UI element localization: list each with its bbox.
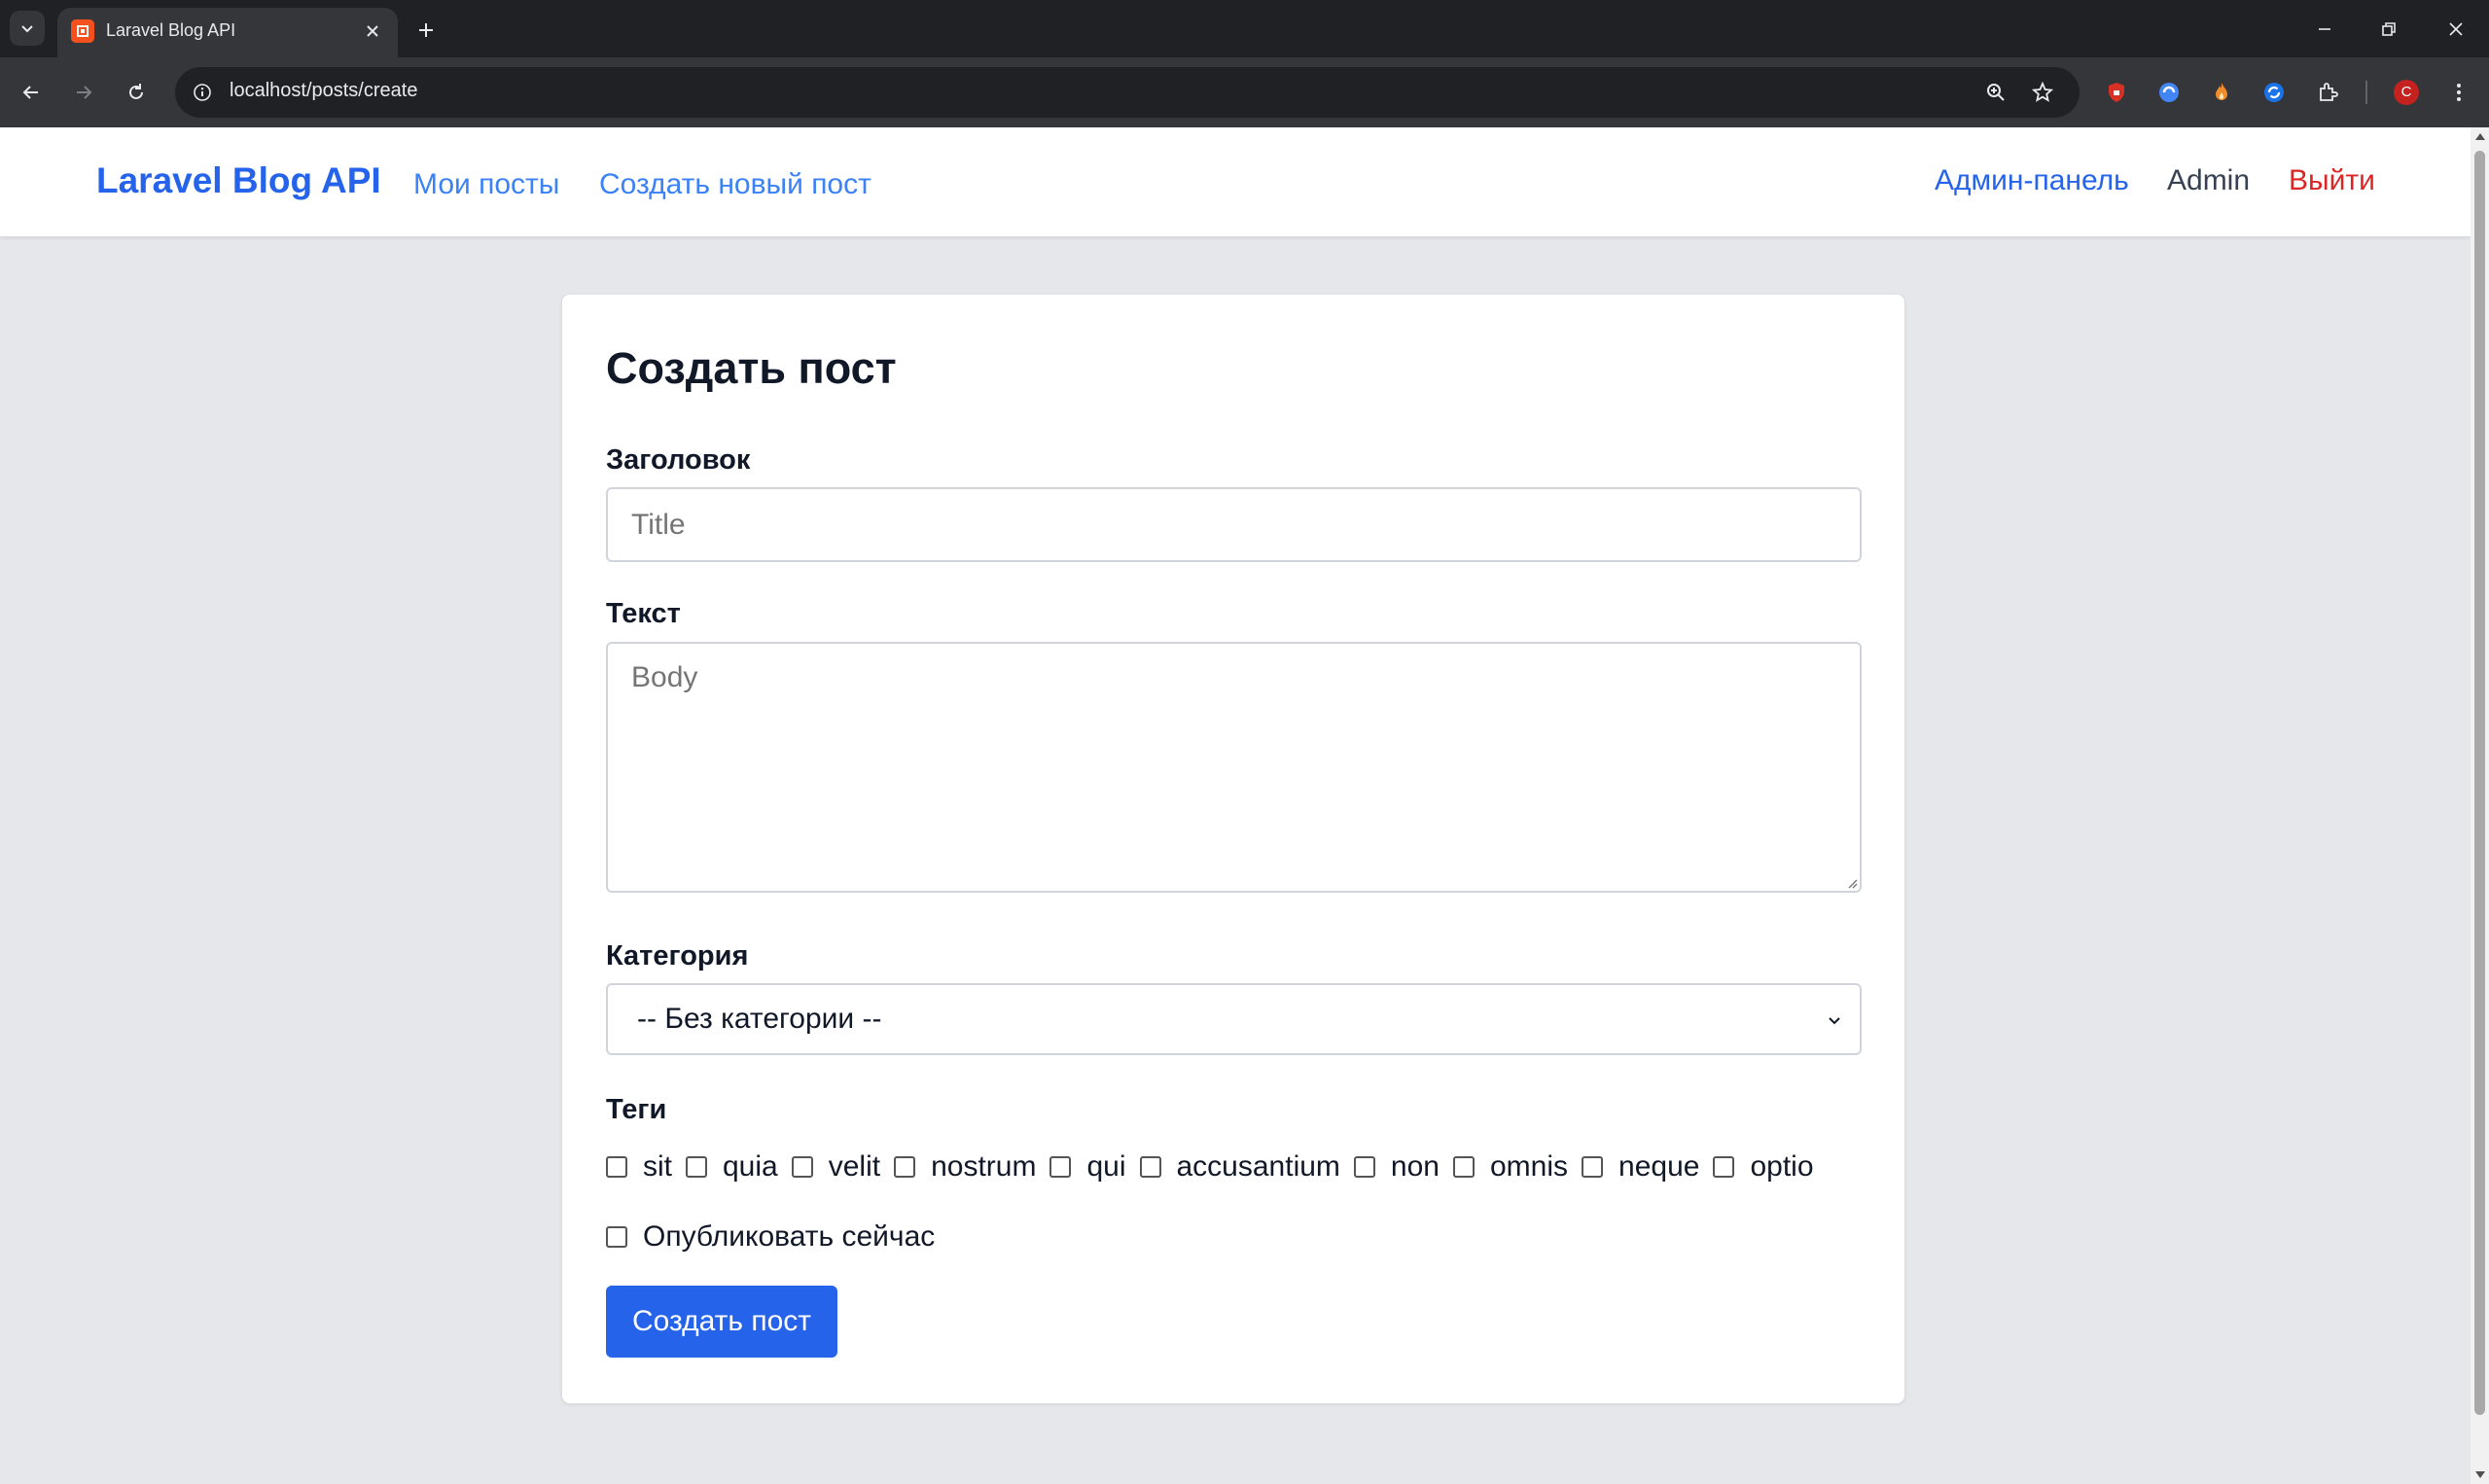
tag-checkbox[interactable] — [1353, 1156, 1375, 1178]
tag-label: qui — [1086, 1150, 1126, 1183]
body-textarea[interactable] — [606, 642, 1862, 893]
close-icon[interactable] — [361, 19, 384, 43]
kebab-menu-icon — [2457, 84, 2461, 101]
body-label: Текст — [606, 598, 681, 629]
profile-avatar[interactable]: C — [2391, 77, 2422, 108]
tags-label: Теги — [606, 1094, 667, 1125]
window-close-icon — [2449, 22, 2463, 36]
tag-label: neque — [1618, 1150, 1700, 1183]
scroll-thumb[interactable] — [2474, 151, 2485, 1415]
tag-checkbox[interactable] — [1049, 1156, 1072, 1178]
title-input[interactable] — [606, 487, 1862, 562]
tag-item[interactable]: qui — [1049, 1150, 1126, 1184]
restore-icon — [2382, 22, 2396, 36]
tag-checkbox[interactable] — [1582, 1156, 1604, 1178]
window-close-button[interactable] — [2436, 10, 2475, 49]
tag-item[interactable]: sit — [606, 1150, 672, 1184]
tag-checkbox[interactable] — [1139, 1156, 1161, 1178]
tag-item[interactable]: omnis — [1452, 1150, 1569, 1184]
category-selected-value: -- Без категории -- — [637, 1003, 882, 1035]
tag-label: quia — [723, 1150, 778, 1183]
extension-fire-icon[interactable] — [2206, 77, 2237, 108]
tag-item[interactable]: non — [1353, 1150, 1440, 1184]
arrow-right-icon — [77, 86, 92, 99]
tag-label: non — [1390, 1150, 1440, 1183]
resize-grip-icon[interactable] — [1846, 877, 1858, 889]
scroll-up-arrow-icon[interactable] — [2475, 133, 2485, 140]
tag-label: velit — [828, 1150, 881, 1183]
minimize-button[interactable] — [2305, 10, 2344, 49]
tag-item[interactable]: velit — [791, 1150, 881, 1184]
publish-now-checkbox[interactable] — [606, 1226, 627, 1248]
tag-checkbox[interactable] — [894, 1156, 916, 1178]
user-name: Admin — [2167, 164, 2251, 196]
create-post-card: Создать пост Заголовок Текст Категория -… — [562, 295, 1904, 1403]
plus-icon — [419, 23, 433, 37]
extension-shield-icon[interactable] — [2101, 77, 2132, 108]
profile-initial: C — [2400, 84, 2412, 100]
url-path: /posts/create — [305, 80, 418, 101]
url-host: localhost — [230, 80, 306, 101]
logout-link[interactable]: Выйти — [2289, 164, 2375, 197]
tag-label: optio — [1750, 1150, 1814, 1183]
site-navbar: Laravel Blog API Мои посты Создать новый… — [0, 127, 2471, 236]
tag-item[interactable]: quia — [686, 1150, 778, 1184]
restore-button[interactable] — [2369, 10, 2408, 49]
browser-menu-button[interactable] — [2443, 77, 2474, 108]
tag-checkbox[interactable] — [1452, 1156, 1475, 1178]
tags-list: sit quia velit nostrum qui accusantium n… — [606, 1148, 1828, 1186]
site-info-icon[interactable] — [187, 77, 218, 108]
page-title: Создать пост — [606, 343, 897, 393]
zoom-icon[interactable] — [1980, 77, 2011, 108]
forward-button[interactable] — [64, 73, 103, 112]
page-scrollbar[interactable] — [2471, 127, 2489, 1484]
reload-button[interactable] — [117, 73, 156, 112]
tag-item[interactable]: neque — [1582, 1150, 1699, 1184]
browser-toolbar: localhost/posts/create C — [0, 57, 2489, 127]
nav-link-create-post[interactable]: Создать новый пост — [599, 168, 871, 201]
tag-label: accusantium — [1176, 1150, 1340, 1183]
publish-now-option[interactable]: Опубликовать сейчас — [606, 1220, 935, 1254]
scroll-down-arrow-icon[interactable] — [2475, 1471, 2485, 1478]
address-bar[interactable]: localhost/posts/create — [175, 67, 2080, 118]
page-viewport: Laravel Blog API Мои посты Создать новый… — [0, 127, 2471, 1484]
browser-tab-active[interactable]: Laravel Blog API — [57, 8, 398, 57]
category-select[interactable]: -- Без категории -- — [606, 983, 1862, 1055]
arrow-left-icon — [22, 86, 38, 99]
toolbar-separator — [2365, 81, 2367, 104]
url-text[interactable]: localhost/posts/create — [230, 80, 417, 102]
nav-link-admin-panel[interactable]: Админ-панель — [1935, 164, 2129, 197]
tag-checkbox[interactable] — [686, 1156, 707, 1178]
extensions-puzzle-icon[interactable] — [2313, 77, 2344, 108]
tag-item[interactable]: optio — [1713, 1150, 1814, 1184]
tag-item[interactable]: nostrum — [894, 1150, 1036, 1184]
tab-title: Laravel Blog API — [106, 20, 236, 40]
tag-label: sit — [643, 1150, 672, 1183]
tag-checkbox[interactable] — [1713, 1156, 1735, 1178]
tab-search-button[interactable] — [10, 11, 45, 46]
chevron-down-icon — [1821, 1007, 1848, 1034]
bookmark-star-icon[interactable] — [2027, 77, 2058, 108]
extension-blue-icon[interactable] — [2153, 77, 2185, 108]
new-tab-button[interactable] — [409, 13, 444, 48]
reload-icon — [129, 84, 143, 99]
laravel-favicon-icon — [71, 19, 94, 43]
extension-sync-icon[interactable] — [2258, 77, 2290, 108]
category-label: Категория — [606, 940, 749, 972]
back-button[interactable] — [12, 73, 51, 112]
title-label: Заголовок — [606, 444, 751, 476]
create-post-button[interactable]: Создать пост — [606, 1286, 837, 1358]
tag-label: nostrum — [931, 1150, 1037, 1183]
tag-checkbox[interactable] — [791, 1156, 813, 1178]
body-textarea-wrapper — [606, 642, 1862, 893]
publish-now-label: Опубликовать сейчас — [643, 1220, 936, 1253]
tag-item[interactable]: accusantium — [1139, 1150, 1340, 1184]
nav-link-my-posts[interactable]: Мои посты — [413, 168, 559, 201]
tag-checkbox[interactable] — [606, 1156, 627, 1178]
browser-tabstrip: Laravel Blog API — [0, 0, 2489, 57]
minimize-icon — [2319, 28, 2330, 30]
chevron-down-icon — [21, 25, 33, 33]
tag-label: omnis — [1489, 1150, 1569, 1183]
brand-logo-link[interactable]: Laravel Blog API — [96, 160, 381, 201]
